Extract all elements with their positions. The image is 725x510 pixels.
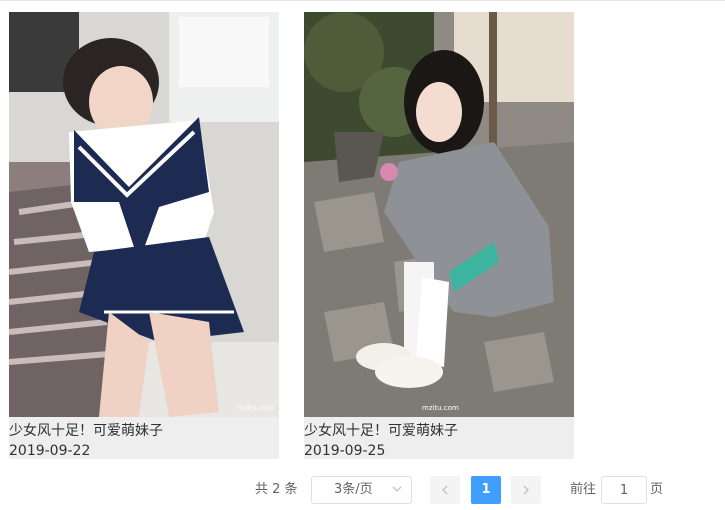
prev-page-button[interactable] (430, 476, 460, 504)
page-number-current[interactable]: 1 (471, 476, 501, 504)
watermark-text: mzitu.com (237, 404, 274, 412)
page-size-value: 3条/页 (334, 482, 373, 497)
pagination-total: 共 2 条 (255, 482, 298, 497)
card-title[interactable]: 少女风十足！可爱萌妹子 (9, 422, 163, 440)
card-thumbnail[interactable]: mzitu.com (9, 12, 279, 417)
chevron-down-icon (392, 486, 402, 492)
goto-page-input[interactable] (601, 476, 647, 504)
goto-suffix: 页 (650, 482, 664, 497)
card-thumbnail[interactable]: mzitu.com (304, 12, 574, 417)
pagination: 共 2 条 3条/页 1 前往 页 (0, 476, 725, 504)
page-size-select[interactable]: 3条/页 (311, 476, 412, 504)
gallery-page: mzitu.com 少女风十足！可爱萌妹子 2019-09-22 mzitu.c… (0, 0, 725, 510)
goto-label: 前往 (570, 482, 597, 497)
card-title[interactable]: 少女风十足！可爱萌妹子 (304, 422, 458, 440)
next-page-button[interactable] (511, 476, 541, 504)
card-date: 2019-09-22 (9, 443, 91, 459)
gallery-card[interactable]: mzitu.com 少女风十足！可爱萌妹子 2019-09-22 (9, 12, 279, 459)
card-date: 2019-09-25 (304, 443, 386, 459)
top-divider (0, 0, 725, 1)
gallery-card[interactable]: mzitu.com 少女风十足！可爱萌妹子 2019-09-25 (304, 12, 574, 459)
chevron-right-icon (523, 485, 530, 495)
chevron-left-icon (441, 485, 448, 495)
watermark-text: mzitu.com (422, 404, 459, 412)
